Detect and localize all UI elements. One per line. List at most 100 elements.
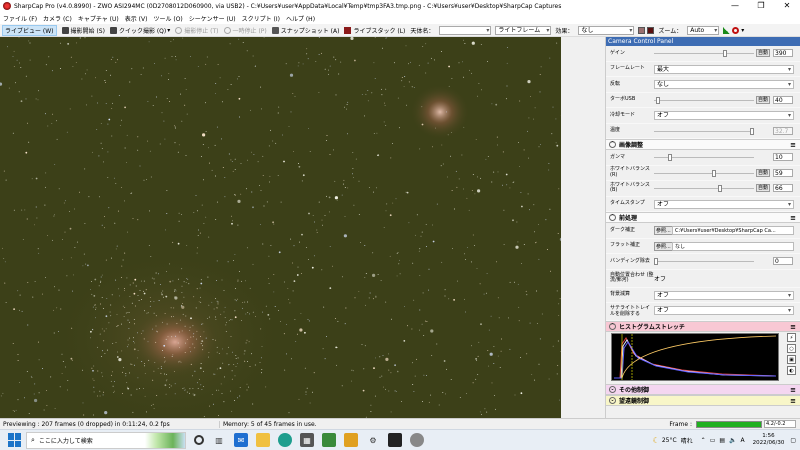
maximize-button[interactable]: ❐: [748, 0, 774, 12]
control-slider[interactable]: [654, 50, 754, 57]
collapse-icon[interactable]: ⌃: [609, 214, 616, 221]
control-slider[interactable]: [654, 258, 754, 265]
histogram-section-header[interactable]: ⌃ ヒストグラムストレッチ ≡: [606, 321, 800, 332]
value-input[interactable]: 390: [773, 49, 793, 57]
object-name-combo[interactable]: [439, 25, 492, 35]
clock[interactable]: 1:56 2022/06/30: [753, 433, 785, 447]
mail-icon[interactable]: ✉: [234, 433, 248, 447]
store-icon[interactable]: ▦: [300, 433, 314, 447]
log-icon[interactable]: ◐: [787, 366, 796, 375]
control-dropdown[interactable]: オフ: [654, 111, 794, 120]
menu-capture[interactable]: キャプチャ (U): [78, 14, 119, 23]
hamburger-menu-icon[interactable]: ≡: [790, 214, 796, 222]
cortana-icon[interactable]: [194, 435, 204, 445]
control-dropdown[interactable]: オフ: [654, 306, 794, 315]
auto-checkbox[interactable]: 自動: [756, 184, 771, 192]
volume-icon[interactable]: 🔈: [729, 437, 736, 444]
color-swatch-icon[interactable]: [638, 26, 646, 34]
tray-chevron-icon[interactable]: ⌃: [701, 437, 706, 444]
taskbar-search-box[interactable]: ⌕ ここに入力して検索: [26, 431, 186, 449]
image-adjust-section-header[interactable]: ⌃ 画像調整 ≡: [606, 139, 800, 150]
slider-thumb[interactable]: [750, 127, 754, 135]
auto-checkbox[interactable]: 自動: [756, 49, 771, 57]
zoom-combo[interactable]: Auto: [687, 25, 720, 35]
live-view-button[interactable]: ライブビュー (W): [2, 24, 57, 36]
task-view-icon[interactable]: ▥: [212, 433, 226, 447]
live-stack-button[interactable]: ライブスタック (L): [344, 26, 405, 35]
stop-capture-button[interactable]: 撮影停止 (T): [175, 26, 219, 35]
hamburger-menu-icon[interactable]: ≡: [790, 141, 796, 149]
effect-combo[interactable]: なし: [578, 25, 635, 35]
browse-button[interactable]: 参照...: [654, 226, 673, 235]
reticle-icon[interactable]: [732, 26, 740, 34]
value-input[interactable]: 0: [773, 257, 793, 265]
quick-capture-button[interactable]: クイック撮影 (Q) ▾: [109, 26, 170, 35]
expand-icon[interactable]: ⌄: [609, 386, 616, 393]
menu-help[interactable]: ヘルプ (H): [286, 14, 315, 23]
sharpcap-taskbar-icon[interactable]: [410, 433, 424, 447]
folder-icon[interactable]: [344, 433, 358, 447]
control-dropdown[interactable]: オフ: [654, 290, 794, 300]
control-slider[interactable]: [654, 96, 754, 104]
auto-checkbox[interactable]: 自動: [756, 95, 771, 104]
frame-type-combo[interactable]: ライトフレーム: [495, 25, 552, 35]
control-slider[interactable]: [654, 185, 754, 192]
histogram-icon[interactable]: [723, 26, 731, 34]
control-dropdown[interactable]: 最大: [654, 64, 794, 74]
windows-start-icon[interactable]: [8, 433, 22, 447]
slider-thumb[interactable]: [655, 96, 660, 104]
telescope-section-header[interactable]: ⌄ 望遠鏡制御 ≡: [606, 395, 800, 406]
value-input[interactable]: 32.7: [773, 126, 793, 135]
menu-sequencer[interactable]: シーケンサー (U): [189, 14, 236, 23]
menu-view[interactable]: 表示 (V): [125, 14, 148, 23]
value-input[interactable]: 66: [773, 184, 793, 192]
edge-icon[interactable]: [278, 433, 292, 447]
value-input[interactable]: 40: [773, 95, 793, 104]
minimize-button[interactable]: —: [722, 0, 748, 12]
file-path-dropdown[interactable]: C:¥Users¥user¥Desktop¥SharpCap Ca...: [672, 226, 794, 235]
reset-icon[interactable]: ○: [787, 344, 796, 353]
save-icon[interactable]: ▣: [787, 355, 796, 364]
slider-thumb[interactable]: [711, 169, 716, 177]
control-dropdown[interactable]: オフ: [654, 199, 794, 209]
histogram-plot[interactable]: [611, 333, 779, 381]
slider-thumb[interactable]: [654, 258, 658, 265]
stellarium-icon[interactable]: [388, 433, 402, 447]
hamburger-menu-icon[interactable]: ≡: [790, 323, 796, 331]
browse-button[interactable]: 参照...: [654, 241, 673, 251]
collapse-icon[interactable]: ⌃: [609, 323, 616, 330]
image-preview[interactable]: [0, 37, 605, 418]
slider-thumb[interactable]: [718, 185, 723, 192]
snapshot-button[interactable]: スナップショット (A): [271, 26, 339, 35]
settings-icon[interactable]: ⚙: [366, 433, 380, 447]
preprocess-section-header[interactable]: ⌃ 前処理 ≡: [606, 212, 800, 223]
menu-file[interactable]: ファイル (F): [3, 14, 37, 23]
battery-icon[interactable]: ▭: [710, 437, 716, 444]
collapse-icon[interactable]: ⌃: [609, 141, 616, 148]
ime-icon[interactable]: A: [741, 437, 745, 444]
control-slider[interactable]: [654, 154, 754, 161]
close-button[interactable]: ✕: [774, 0, 800, 12]
app-icon[interactable]: [322, 433, 336, 447]
other-controls-section-header[interactable]: ⌄ その他制御 ≡: [606, 384, 800, 395]
control-slider[interactable]: [654, 127, 754, 135]
control-slider[interactable]: [654, 169, 754, 177]
stretch-icon[interactable]: ⚡: [787, 333, 796, 342]
color-swatch-icon[interactable]: [647, 26, 655, 34]
slider-thumb[interactable]: [668, 154, 673, 161]
hamburger-menu-icon[interactable]: ≡: [790, 397, 796, 405]
file-explorer-icon[interactable]: [256, 433, 270, 447]
pause-button[interactable]: 一時停止 (P): [223, 26, 267, 35]
value-input[interactable]: 59: [773, 168, 793, 177]
start-capture-button[interactable]: 撮影開始 (S): [61, 26, 105, 35]
control-dropdown[interactable]: なし: [654, 80, 794, 89]
expand-icon[interactable]: ⌄: [609, 397, 616, 404]
slider-thumb[interactable]: [723, 50, 728, 57]
file-path-dropdown[interactable]: なし: [672, 241, 794, 251]
menu-tools[interactable]: ツール (O): [153, 14, 182, 23]
hamburger-menu-icon[interactable]: ≡: [790, 386, 796, 394]
network-icon[interactable]: ▤: [719, 437, 725, 444]
auto-checkbox[interactable]: 自動: [756, 168, 771, 177]
menu-camera[interactable]: カメラ (C): [43, 14, 72, 23]
notification-icon[interactable]: ▢: [790, 437, 796, 444]
